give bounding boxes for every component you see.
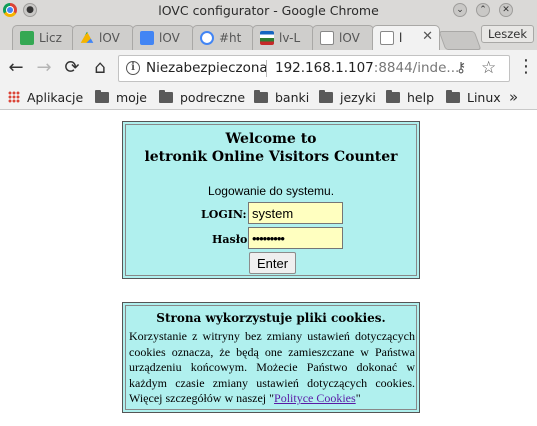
key-icon[interactable]: ⚷: [456, 60, 466, 76]
page-icon: [320, 31, 334, 45]
tab-label: lv-L: [279, 31, 301, 45]
address-bar[interactable]: i Niezabezpieczona 192.168.1.107:8844/in…: [118, 55, 510, 82]
back-icon[interactable]: ←: [6, 58, 26, 78]
cookie-notice-inner: Strona wykorzystuje pliki cookies. Korzy…: [125, 305, 417, 410]
password-label: Hasło:: [212, 233, 252, 246]
bookmark-label: Aplikacje: [27, 90, 84, 105]
welcome-line-1: Welcome to: [225, 131, 317, 147]
bookmarks-bar: Aplikacje moje podreczne banki jezyki he…: [0, 86, 537, 110]
bookmark-folder-podreczne[interactable]: podreczne: [159, 90, 245, 105]
home-icon[interactable]: ⌂: [90, 58, 110, 78]
browser-toolbar: ← → ⟳ ⌂ i Niezabezpieczona 192.168.1.107…: [0, 50, 537, 86]
folder-icon: [254, 90, 268, 103]
login-panel: Welcome to letronik Online Visitors Coun…: [122, 121, 420, 279]
info-icon[interactable]: i: [126, 61, 140, 75]
apps-grid-icon: [8, 91, 20, 103]
bookmark-label: help: [407, 90, 435, 105]
chrome-menu-icon[interactable]: ⋮: [517, 57, 535, 77]
url-host: 192.168.1.107: [275, 60, 374, 76]
cookie-policy-link[interactable]: Polityce Cookies: [274, 391, 356, 405]
folder-icon: [159, 90, 173, 103]
omnibox-divider: [266, 60, 267, 77]
bookmark-label: jezyki: [340, 90, 376, 105]
minimize-icon[interactable]: ⌄: [453, 3, 467, 17]
tab-label: Licz: [39, 31, 62, 45]
url-text[interactable]: 192.168.1.107:8844/inde...: [275, 60, 459, 76]
flag-icon: [260, 31, 274, 45]
folder-icon: [319, 90, 333, 103]
cookie-notice: Strona wykorzystuje pliki cookies. Korzy…: [122, 302, 420, 413]
cookie-body: Korzystanie z witryny bez zmiany ustawie…: [129, 329, 415, 406]
reload-icon[interactable]: ⟳: [62, 58, 82, 78]
bookmark-label: Linux: [467, 90, 501, 105]
login-heading: Logowanie do systemu.: [207, 184, 335, 198]
window-title-bar: ● lOVC configurator - Google Chrome ⌄ ⌃ …: [0, 0, 537, 23]
google-icon: [200, 31, 214, 45]
cookie-title: Strona wykorzystuje pliki cookies.: [156, 311, 386, 325]
tab-licz[interactable]: Licz: [12, 25, 74, 50]
tab-lov-docs[interactable]: lOV: [132, 25, 194, 50]
folder-icon: [386, 90, 400, 103]
tab-label: #ht: [219, 31, 242, 45]
page-icon: [380, 31, 394, 45]
tab-label: lOV: [159, 31, 180, 45]
bookmark-folder-jezyki[interactable]: jezyki: [319, 90, 376, 105]
tab-active-lovc[interactable]: l ✕: [372, 25, 440, 51]
url-path: :8844/inde...: [373, 60, 460, 76]
welcome-title: Welcome to letronik Online Visitors Coun…: [126, 130, 416, 166]
spreadsheet-icon: [20, 31, 34, 45]
bookmark-apps[interactable]: Aplikacje: [8, 90, 83, 105]
docs-icon: [140, 31, 154, 45]
enter-button[interactable]: Enter: [249, 252, 296, 274]
bookmark-label: banki: [275, 90, 310, 105]
bookmark-folder-help[interactable]: help: [386, 90, 434, 105]
bookmark-star-icon[interactable]: ☆: [481, 58, 496, 78]
folder-icon: [446, 90, 460, 103]
bookmark-folder-linux[interactable]: Linux: [446, 90, 501, 105]
login-panel-inner: Welcome to letronik Online Visitors Coun…: [125, 124, 417, 276]
more-bookmarks-icon[interactable]: »: [509, 88, 518, 106]
security-status[interactable]: Niezabezpieczona: [146, 60, 268, 76]
bookmark-folder-banki[interactable]: banki: [254, 90, 309, 105]
profile-button[interactable]: Leszek: [481, 25, 534, 43]
bookmark-label: podreczne: [180, 90, 246, 105]
cookie-text: Korzystanie z witryny bez zmiany ustawie…: [129, 329, 415, 407]
tab-strip: Licz lOV lOV #ht lv-L lOV l ✕ Leszek: [0, 22, 537, 51]
password-input[interactable]: [248, 227, 343, 249]
forward-icon[interactable]: →: [34, 58, 54, 78]
bookmark-label: moje: [116, 90, 147, 105]
cookie-text-end: ": [355, 391, 361, 406]
close-tab-icon[interactable]: ✕: [422, 29, 433, 44]
bookmark-folder-moje[interactable]: moje: [95, 90, 147, 105]
login-label: LOGIN:: [201, 208, 247, 221]
new-tab-button[interactable]: [438, 31, 482, 50]
tab-label: l: [399, 31, 403, 45]
maximize-icon[interactable]: ⌃: [476, 3, 490, 17]
tab-google-search[interactable]: #ht: [192, 25, 254, 50]
tab-lov-page[interactable]: lOV: [312, 25, 374, 50]
close-window-icon[interactable]: ✕: [499, 3, 513, 17]
drive-icon: [80, 31, 94, 43]
welcome-line-2: letronik Online Visitors Counter: [144, 149, 398, 165]
tab-lv-l[interactable]: lv-L: [252, 25, 314, 50]
tab-label: lOV: [99, 31, 120, 45]
tab-label: lOV: [339, 31, 360, 45]
tab-lov-drive[interactable]: lOV: [72, 25, 134, 50]
login-input[interactable]: [248, 202, 343, 224]
folder-icon: [95, 90, 109, 103]
